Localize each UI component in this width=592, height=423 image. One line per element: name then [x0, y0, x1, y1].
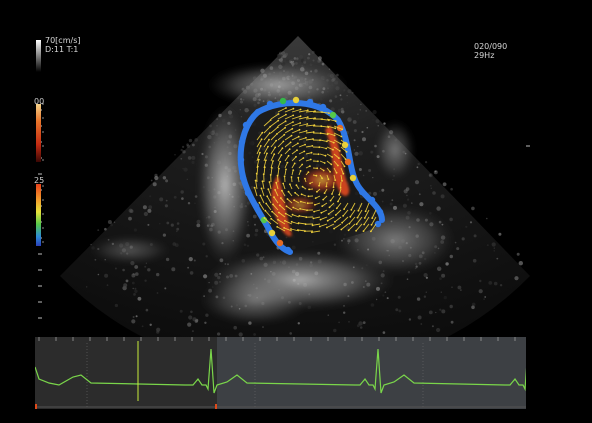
- rainbow-velocity-bar: [36, 184, 41, 246]
- frame-counter: 020/090: [474, 42, 508, 51]
- grayscale-bar: [36, 40, 41, 72]
- frame-rate: 29Hz: [474, 51, 495, 60]
- ecg-panel: [35, 337, 526, 409]
- red-velocity-bar: [36, 104, 41, 162]
- ecg-trace: [35, 337, 526, 409]
- depth-time-label: D:11 T:1: [45, 45, 79, 54]
- velocity-scale-label: 70[cm/s]: [45, 36, 81, 45]
- ecg-played-region: [217, 337, 526, 409]
- ultrasound-display: 70[cm/s] D:11 T:1 020/090 29Hz 00 25: [0, 0, 592, 423]
